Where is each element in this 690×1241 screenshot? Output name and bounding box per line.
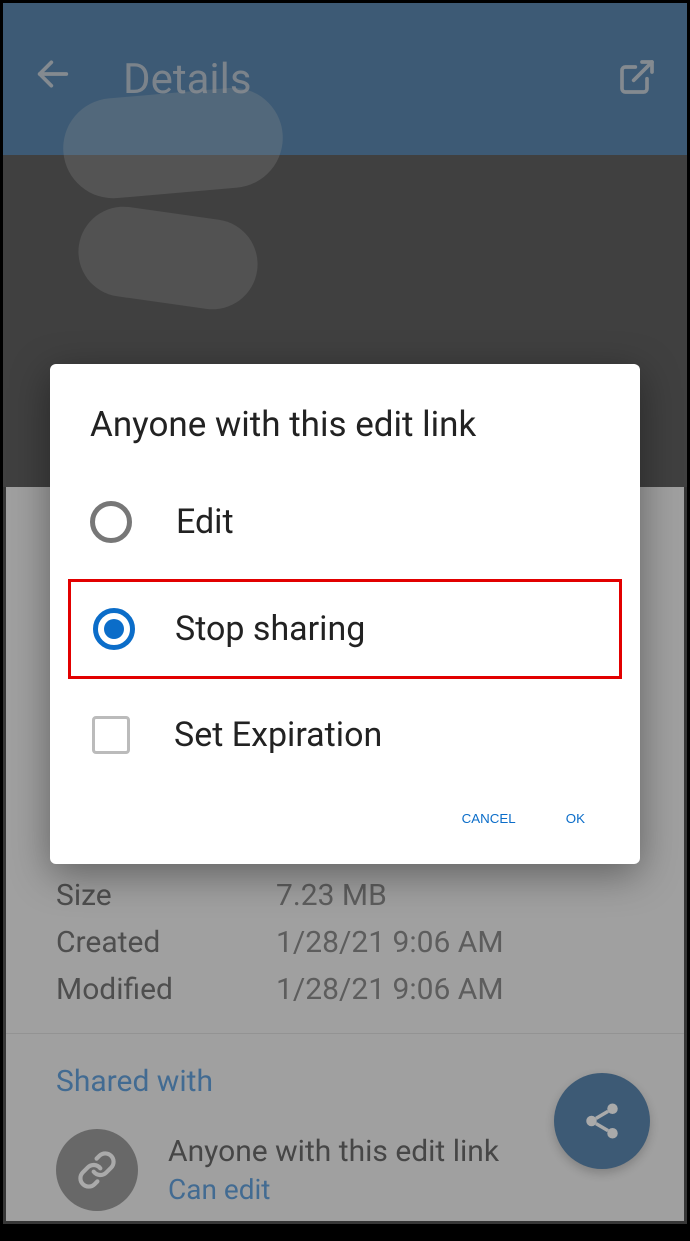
cancel-button[interactable]: CANCEL [462,811,516,826]
option-stop-sharing[interactable]: Stop sharing [68,579,622,679]
dialog-actions: CANCEL OK [50,781,640,844]
checkbox-unchecked-icon [92,716,130,754]
share-link-dialog: Anyone with this edit link Edit Stop sha… [50,364,640,864]
option-set-expiration[interactable]: Set Expiration [50,689,640,781]
radio-selected-icon [93,608,135,650]
dialog-title: Anyone with this edit link [50,404,640,475]
option-label: Set Expiration [174,715,382,755]
modal-overlay: Anyone with this edit link Edit Stop sha… [3,3,687,1224]
option-edit[interactable]: Edit [50,475,640,569]
option-label: Edit [176,502,234,542]
radio-unselected-icon [90,501,132,543]
option-label: Stop sharing [175,609,365,649]
ok-button[interactable]: OK [566,811,585,826]
